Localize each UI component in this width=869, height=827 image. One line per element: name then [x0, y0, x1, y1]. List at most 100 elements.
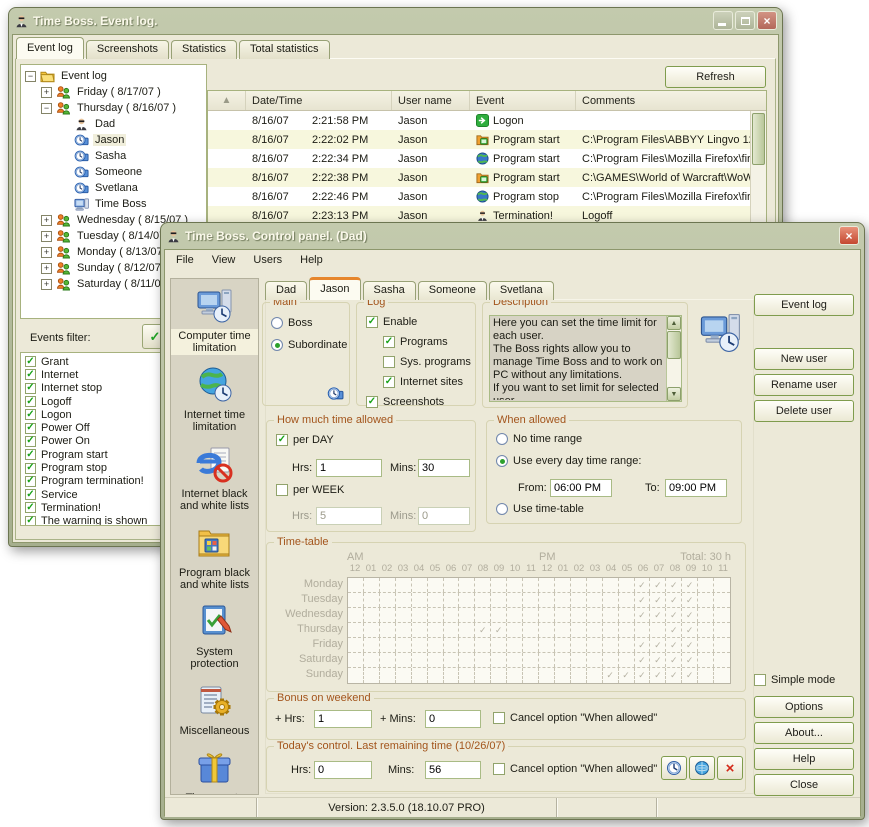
timetable-cell[interactable]: ✓: [475, 623, 491, 637]
timetable-cell[interactable]: [555, 578, 571, 592]
column-header-comments[interactable]: Comments: [576, 91, 766, 110]
about-button[interactable]: About...: [754, 722, 854, 744]
checkbox-icon[interactable]: [276, 484, 288, 496]
timetable-cell[interactable]: [428, 623, 444, 637]
filter-item-logoff[interactable]: ✓Logoff: [25, 395, 170, 408]
timetable-cell[interactable]: [587, 578, 603, 592]
timetable-cell[interactable]: [491, 653, 507, 667]
timetable-cell[interactable]: [698, 608, 714, 622]
timetable-cell[interactable]: [412, 638, 428, 652]
timetable-cell[interactable]: [714, 593, 730, 607]
column-header-user-name[interactable]: User name: [392, 91, 470, 110]
tab-statistics[interactable]: Statistics: [171, 40, 237, 59]
tree-node-friday-8-17-07[interactable]: +Friday ( 8/17/07 ): [21, 84, 206, 100]
timetable-cell[interactable]: [619, 623, 635, 637]
timetable-cell[interactable]: [603, 593, 619, 607]
timetable-cell[interactable]: [698, 623, 714, 637]
sidebar-item-system-protection[interactable]: System protection: [171, 602, 258, 671]
checkbox-icon[interactable]: [754, 674, 766, 686]
timetable-cell[interactable]: [523, 668, 539, 683]
delete-user-button[interactable]: Delete user: [754, 400, 854, 422]
bonus-hours-input[interactable]: [314, 710, 372, 728]
timetable-cell[interactable]: [444, 593, 460, 607]
timetable-cell[interactable]: [507, 608, 523, 622]
timetable-cell[interactable]: [459, 578, 475, 592]
timetable-cell[interactable]: ✓: [682, 638, 698, 652]
timetable-cell[interactable]: [428, 578, 444, 592]
column-header-date-time[interactable]: Date/Time: [246, 91, 392, 110]
radio-icon[interactable]: [496, 433, 508, 445]
column-header-event[interactable]: Event: [470, 91, 576, 110]
timetable-cell[interactable]: [539, 578, 555, 592]
event-table-row[interactable]: 8/16/072:21:58 PM Jason Logon: [208, 111, 766, 130]
expand-icon[interactable]: +: [41, 87, 52, 98]
timetable-cell[interactable]: [698, 593, 714, 607]
timetable-cell[interactable]: [539, 653, 555, 667]
timetable-cell[interactable]: ✓: [635, 593, 651, 607]
timetable-cell[interactable]: [444, 653, 460, 667]
timetable-cell[interactable]: ✓: [491, 623, 507, 637]
tab-screenshots[interactable]: Screenshots: [86, 40, 169, 59]
timetable-cell[interactable]: ✓: [682, 608, 698, 622]
timetable-cell[interactable]: [635, 623, 651, 637]
every-day-range-radio-row[interactable]: Use every day time range:: [496, 455, 641, 467]
timetable-cell[interactable]: ✓: [650, 608, 666, 622]
per-week-checkbox-row[interactable]: per WEEK: [276, 484, 344, 496]
timetable-cell[interactable]: [571, 638, 587, 652]
sidebar-item-internet-time-limitation[interactable]: Internet time limitation: [171, 365, 258, 434]
timetable-cell[interactable]: [539, 668, 555, 683]
timetable-cell[interactable]: [507, 638, 523, 652]
timetable-cell[interactable]: [507, 623, 523, 637]
timetable-cell[interactable]: [523, 608, 539, 622]
menu-help[interactable]: Help: [291, 251, 332, 271]
scroll-up-icon[interactable]: ▲: [667, 316, 681, 330]
sidebar-item-program-black-and-white-lists[interactable]: Program black and white lists: [171, 523, 258, 592]
timetable-cell[interactable]: ✓: [666, 623, 682, 637]
per-day-checkbox-row[interactable]: ✓per DAY: [276, 434, 334, 446]
timetable-cell[interactable]: [444, 623, 460, 637]
user-tab-jason[interactable]: Jason: [309, 277, 360, 300]
timetable-cell[interactable]: [348, 608, 364, 622]
timetable-cell[interactable]: [491, 593, 507, 607]
day-mins-input[interactable]: [418, 459, 470, 477]
internet-time-button[interactable]: [689, 756, 715, 780]
timetable-cell[interactable]: [444, 638, 460, 652]
event-table-row[interactable]: 8/16/072:22:02 PM Jason Program start C:…: [208, 130, 766, 149]
timetable-cell[interactable]: [587, 623, 603, 637]
expand-icon[interactable]: +: [41, 263, 52, 274]
today-mins-input[interactable]: [425, 761, 481, 779]
timetable-cell[interactable]: ✓: [650, 638, 666, 652]
timetable-cell[interactable]: [364, 668, 380, 683]
checkbox-icon[interactable]: ✓: [25, 396, 36, 407]
timetable-cell[interactable]: [650, 623, 666, 637]
timetable-cell[interactable]: [459, 608, 475, 622]
checkbox-icon[interactable]: ✓: [25, 369, 36, 380]
timetable-cell[interactable]: [619, 608, 635, 622]
to-time-input[interactable]: [665, 479, 727, 497]
filter-item-termination[interactable]: ✓Termination!: [25, 501, 170, 514]
filter-item-service[interactable]: ✓Service: [25, 488, 170, 501]
rename-user-button[interactable]: Rename user: [754, 374, 854, 396]
sort-column-header[interactable]: ▲: [208, 91, 246, 110]
timetable-cell[interactable]: [348, 638, 364, 652]
timetable-cell[interactable]: [571, 593, 587, 607]
timetable-cell[interactable]: ✓: [635, 653, 651, 667]
sidebar-item-time-grants[interactable]: Time grants: [171, 748, 258, 795]
expand-icon[interactable]: +: [41, 279, 52, 290]
timetable-cell[interactable]: [459, 668, 475, 683]
timetable-cell[interactable]: [491, 608, 507, 622]
timetable-cell[interactable]: [475, 653, 491, 667]
close-button[interactable]: Close: [754, 774, 854, 796]
timetable-cell[interactable]: [412, 578, 428, 592]
timetable-cell[interactable]: [571, 668, 587, 683]
timetable-cell[interactable]: [428, 653, 444, 667]
event-log-button[interactable]: Event log: [754, 294, 854, 316]
checkbox-icon[interactable]: [383, 356, 395, 368]
subordinate-radio-row[interactable]: Subordinate: [271, 339, 347, 351]
timetable-cell[interactable]: [348, 578, 364, 592]
timetable-cell[interactable]: [380, 653, 396, 667]
timetable-cell[interactable]: [619, 638, 635, 652]
timetable-cell[interactable]: [428, 593, 444, 607]
tab-event-log[interactable]: Event log: [16, 37, 84, 59]
checkbox-icon[interactable]: [493, 763, 505, 775]
